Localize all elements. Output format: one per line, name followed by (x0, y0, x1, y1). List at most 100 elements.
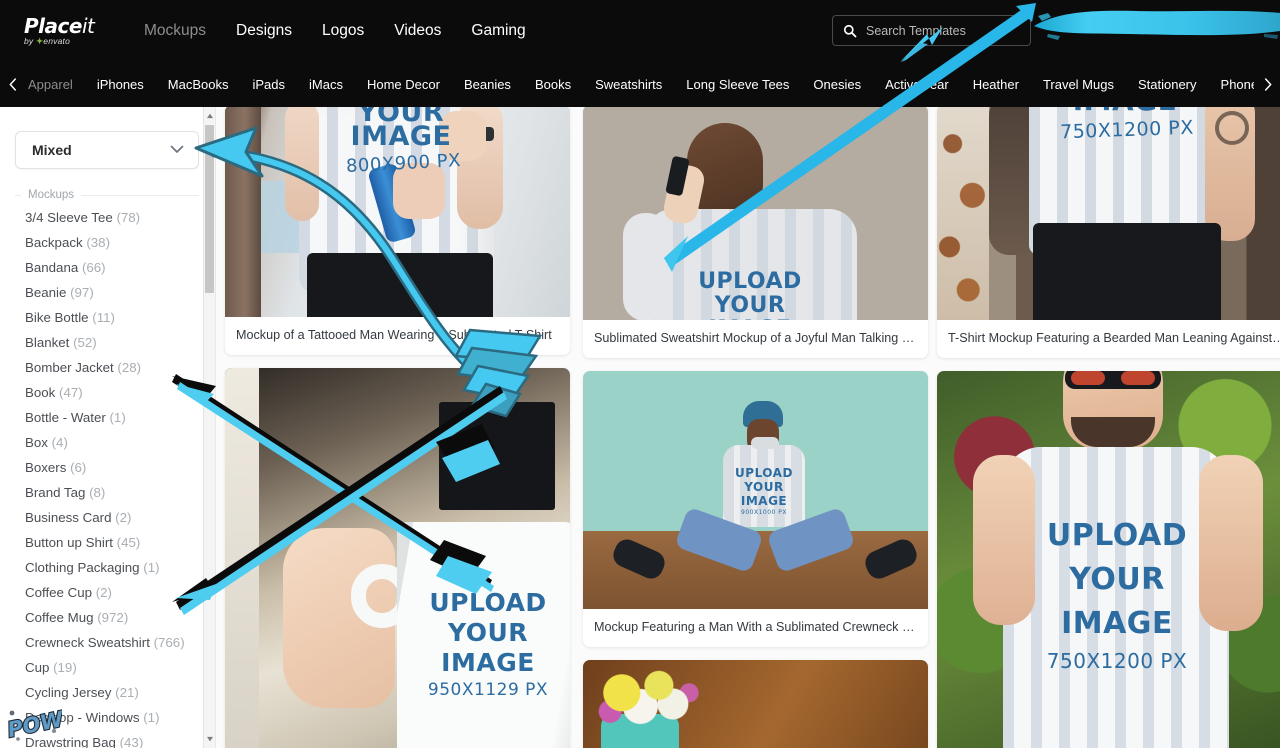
scene-headphones (751, 437, 779, 449)
filter-count: (2) (95, 585, 112, 600)
category-scroll-right-button[interactable] (1254, 62, 1280, 107)
filter-item-cup[interactable]: Cup (19) (0, 655, 215, 680)
template-card-bearded-man-rusty-wall[interactable]: IMAGE 750x1200 px T-Shirt Mockup Featuri… (937, 107, 1280, 358)
template-thumbnail[interactable] (583, 660, 928, 748)
category-item-onesies[interactable]: Onesies (813, 77, 861, 92)
filter-label: 3/4 Sleeve Tee (25, 210, 113, 225)
filter-item-business-card[interactable]: Business Card (2) (0, 505, 215, 530)
filter-item-blanket[interactable]: Blanket (52) (0, 330, 215, 355)
filter-item-bandana[interactable]: Bandana (66) (0, 255, 215, 280)
template-card-title: T-Shirt Mockup Featuring a Bearded Man L… (948, 331, 1280, 345)
scene-rust-spots (937, 107, 989, 320)
template-card-man-sitting-crewneck[interactable]: UPLOAD YOUR IMAGE 900x1000 px Mockup Fea… (583, 371, 928, 647)
mockup-text-line2: YOUR (1069, 562, 1165, 597)
mockup-text-line2: YOUR (714, 293, 786, 318)
filter-label: Desktop - Windows (25, 710, 140, 725)
template-card-man-sunglasses-garden[interactable]: UPLOAD YOUR IMAGE 750x1200 px (937, 371, 1280, 748)
filter-item-button-up-shirt[interactable]: Button up Shirt (45) (0, 530, 215, 555)
filter-label: Box (25, 435, 48, 450)
sidebar-scrollbar[interactable] (203, 107, 215, 748)
category-item-long-sleeve-tees[interactable]: Long Sleeve Tees (686, 77, 789, 92)
filter-label: Bomber Jacket (25, 360, 114, 375)
nav-item-videos[interactable]: Videos (394, 22, 441, 40)
divider-right (81, 194, 199, 196)
template-thumbnail[interactable]: IMAGE 750x1200 px (937, 107, 1280, 320)
filter-item-boxers[interactable]: Boxers (6) (0, 455, 215, 480)
filter-item-coffee-mug[interactable]: Coffee Mug (972) (0, 605, 215, 630)
filter-count: (38) (86, 235, 111, 250)
filter-count: (4) (51, 435, 68, 450)
sidebar-scrollbar-thumb[interactable] (205, 125, 214, 293)
results-column-3: IMAGE 750x1200 px T-Shirt Mockup Featuri… (937, 107, 1280, 748)
nav-item-designs[interactable]: Designs (236, 22, 292, 40)
filter-item-book[interactable]: Book (47) (0, 380, 215, 405)
category-item-macbooks[interactable]: MacBooks (168, 77, 229, 92)
template-thumbnail[interactable]: UPLOAD YOUR IMAGE (583, 107, 928, 320)
scene-black-pants (1033, 223, 1221, 320)
results-column-2: UPLOAD YOUR IMAGE Sublimated Sweatshirt … (583, 107, 928, 748)
filter-label: Drawstring Bag (25, 735, 116, 748)
template-thumbnail[interactable]: UPLOAD YOUR IMAGE 750x1200 px (937, 371, 1280, 748)
placeit-logo[interactable]: Placeit by ✦envato (24, 16, 112, 46)
mixed-type-dropdown[interactable]: Mixed (15, 131, 199, 169)
category-item-sweatshirts[interactable]: Sweatshirts (595, 77, 662, 92)
filter-count: (1) (143, 710, 160, 725)
category-item-books[interactable]: Books (535, 77, 571, 92)
scene-left-arm (973, 455, 1035, 625)
filter-item-drawstring-bag[interactable]: Drawstring Bag (43) (0, 730, 215, 748)
template-thumbnail[interactable]: UPLOAD YOUR IMAGE 950x1129 px (225, 368, 570, 748)
filter-item-34-sleeve-tee[interactable]: 3/4 Sleeve Tee (78) (0, 205, 215, 230)
category-item-home-decor[interactable]: Home Decor (367, 77, 440, 92)
filter-item-coffee-cup[interactable]: Coffee Cup (2) (0, 580, 215, 605)
filter-label: Bottle - Water (25, 410, 106, 425)
category-item-iphones[interactable]: iPhones (97, 77, 144, 92)
category-list: Apparel iPhones MacBooks iPads iMacs Hom… (26, 77, 1280, 92)
filter-item-bottle-water[interactable]: Bottle - Water (1) (0, 405, 215, 430)
category-item-beanies[interactable]: Beanies (464, 77, 511, 92)
filter-item-bomber-jacket[interactable]: Bomber Jacket (28) (0, 355, 215, 380)
template-card-flowers-and-mug[interactable] (583, 660, 928, 748)
filter-item-cycling-jersey[interactable]: Cycling Jersey (21) (0, 680, 215, 705)
filter-group-header: Mockups (15, 189, 199, 201)
filter-item-backpack[interactable]: Backpack (38) (0, 230, 215, 255)
mockup-text-size: 750x1200 px (1046, 649, 1188, 673)
nav-item-gaming[interactable]: Gaming (471, 22, 525, 40)
category-item-heather[interactable]: Heather (973, 77, 1019, 92)
category-scroll-left-button[interactable] (0, 77, 26, 92)
mockup-text-line3: IMAGE (441, 648, 535, 677)
category-item-travel-mugs[interactable]: Travel Mugs (1043, 77, 1114, 92)
category-item-ipads[interactable]: iPads (253, 77, 286, 92)
template-card-hand-holding-mug[interactable]: UPLOAD YOUR IMAGE 950x1129 px (225, 368, 570, 748)
template-thumbnail[interactable]: YOUR IMAGE 800x900 px (225, 107, 570, 317)
filter-item-clothing-packaging[interactable]: Clothing Packaging (1) (0, 555, 215, 580)
filter-item-desktop-windows[interactable]: Desktop - Windows (1) (0, 705, 215, 730)
filter-item-box[interactable]: Box (4) (0, 430, 215, 455)
filter-item-beanie[interactable]: Beanie (97) (0, 280, 215, 305)
filter-count: (78) (116, 210, 141, 225)
scroll-down-arrow-icon[interactable] (205, 732, 214, 746)
filter-label: Button up Shirt (25, 535, 113, 550)
mockup-text-size: 900x1000 px (741, 509, 787, 516)
nav-item-mockups[interactable]: Mockups (144, 22, 206, 40)
template-thumbnail[interactable]: UPLOAD YOUR IMAGE 900x1000 px (583, 371, 928, 609)
mockup-text-line1: UPLOAD (1046, 518, 1188, 553)
filter-item-crewneck-sweatshirt[interactable]: Crewneck Sweatshirt (766) (0, 630, 215, 655)
filter-count: (52) (73, 335, 97, 350)
template-card-tattooed-man-tshirt[interactable]: YOUR IMAGE 800x900 px Mockup of a Tattoo… (225, 107, 570, 355)
category-item-stationery[interactable]: Stationery (1138, 77, 1197, 92)
search-input[interactable] (866, 23, 1020, 38)
filter-count: (1) (143, 560, 160, 575)
filter-item-brand-tag[interactable]: Brand Tag (8) (0, 480, 215, 505)
filter-list: 3/4 Sleeve Tee (78) Backpack (38) Bandan… (0, 205, 215, 748)
template-card-man-on-phone-sweatshirt[interactable]: UPLOAD YOUR IMAGE Sublimated Sweatshirt … (583, 107, 928, 358)
filter-item-bike-bottle[interactable]: Bike Bottle (11) (0, 305, 215, 330)
filter-label: Boxers (25, 460, 67, 475)
category-item-imacs[interactable]: iMacs (309, 77, 343, 92)
scene-right-arm (1199, 455, 1263, 631)
category-item-activewear[interactable]: Activewear (885, 77, 949, 92)
nav-item-logos[interactable]: Logos (322, 22, 364, 40)
mockup-text-line1: IMAGE (1037, 107, 1213, 116)
category-item-apparel[interactable]: Apparel (28, 77, 73, 92)
search-box[interactable] (832, 15, 1031, 46)
scroll-up-arrow-icon[interactable] (205, 109, 214, 123)
